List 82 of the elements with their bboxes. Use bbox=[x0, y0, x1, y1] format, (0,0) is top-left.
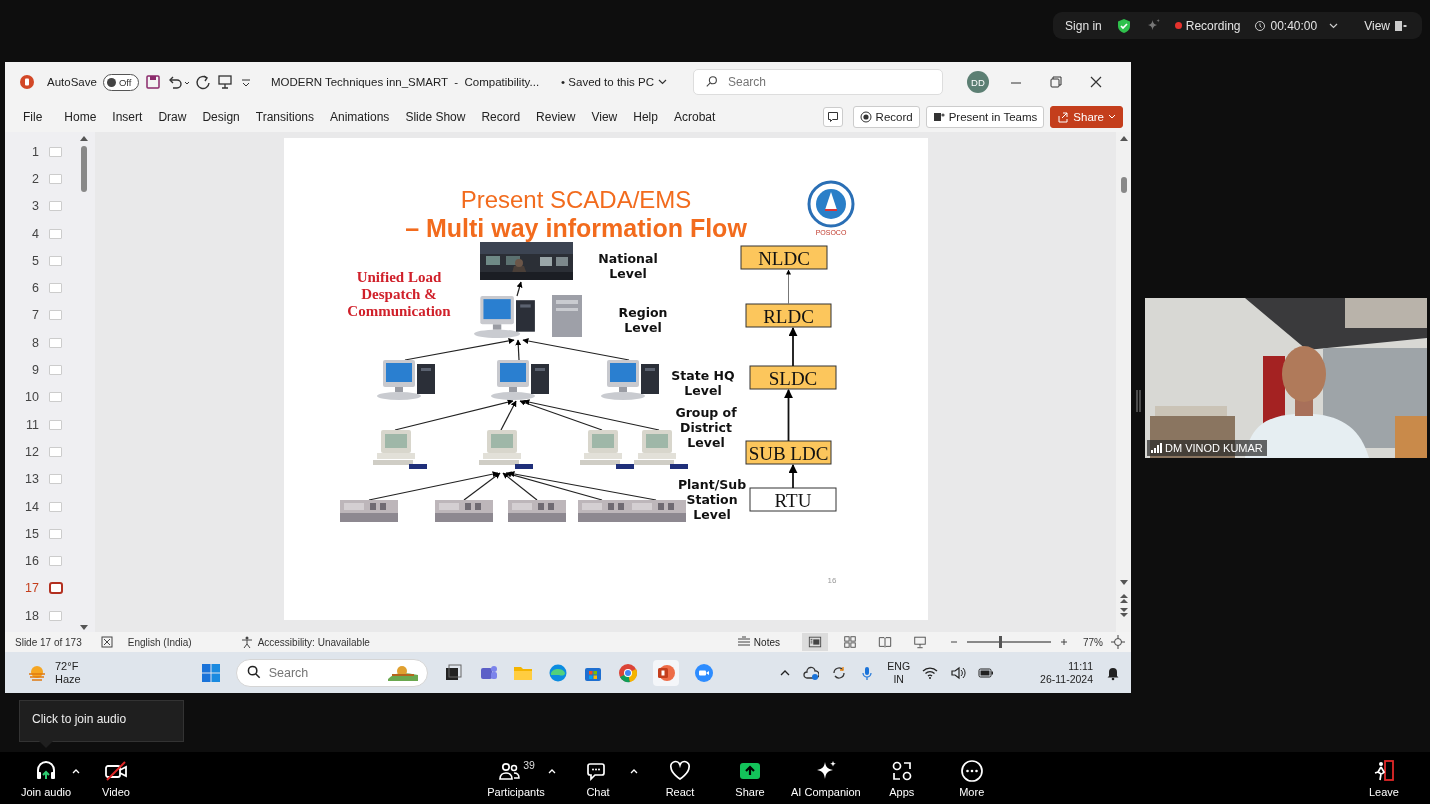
ribbon-tab[interactable]: Animations bbox=[322, 110, 398, 124]
accessibility-status[interactable]: Accessibility: Unavailable bbox=[257, 636, 370, 648]
slide-thumbnail[interactable]: 11 bbox=[5, 410, 77, 439]
slide-title: Present SCADA/EMS – Multi way information Flow bbox=[404, 186, 747, 242]
ribbon-tab[interactable]: File bbox=[15, 110, 51, 124]
ribbon-tab[interactable]: Insert bbox=[104, 110, 151, 124]
ribbon-tab[interactable]: Slide Show bbox=[397, 110, 474, 124]
slide-thumbnail[interactable]: 1 bbox=[5, 138, 77, 166]
participant-count: 39 bbox=[523, 758, 535, 771]
toolbar-button[interactable]: Leave bbox=[1352, 758, 1416, 798]
slide-thumbnail[interactable]: 8 bbox=[5, 329, 77, 357]
level-box: SUB LDC bbox=[745, 440, 831, 465]
slide-thumbnail[interactable]: 14 bbox=[5, 492, 77, 521]
zoom-percent[interactable]: 77% bbox=[1083, 636, 1103, 648]
ribbon-tab[interactable]: Home bbox=[56, 110, 105, 124]
input-language[interactable]: ENG bbox=[887, 659, 911, 673]
unit-label: Unified Load Despatch & Communication bbox=[346, 269, 451, 319]
save-status-dropdown[interactable]: • Saved to this PC bbox=[553, 76, 675, 88]
record-button[interactable]: Record bbox=[852, 106, 920, 128]
search-field[interactable]: Search bbox=[693, 69, 943, 95]
sign-in-link[interactable]: Sign in bbox=[1065, 18, 1102, 33]
toolbar-button[interactable]: Share bbox=[718, 758, 782, 798]
slide-thumbnail[interactable]: 3 bbox=[5, 192, 77, 220]
level-label: National Level bbox=[597, 251, 658, 281]
ribbon-tab[interactable]: Help bbox=[625, 110, 666, 124]
language-status[interactable]: English (India) bbox=[127, 636, 192, 648]
slide-thumbnail[interactable]: 9 bbox=[5, 356, 77, 384]
slide-thumbnail[interactable]: 16 bbox=[5, 547, 77, 575]
ribbon-tab[interactable]: Draw bbox=[150, 110, 195, 124]
ribbon-tab[interactable]: View bbox=[583, 110, 626, 124]
timer-dropdown[interactable]: 00:40:00 bbox=[1254, 18, 1339, 33]
autosave-label: AutoSave bbox=[47, 76, 97, 88]
toolbar-button[interactable]: 39 Participants bbox=[484, 758, 548, 798]
level-label: Region Level bbox=[618, 305, 667, 335]
slide-thumbnail[interactable]: 10 bbox=[5, 383, 77, 411]
document-title: MODERN Techniques inn_SMART - Compatibility... bbox=[270, 76, 540, 88]
ribbon-tab[interactable]: Acrobat bbox=[665, 110, 724, 124]
view-button[interactable]: View bbox=[1364, 18, 1408, 33]
toolbar-button[interactable]: Chat bbox=[566, 758, 630, 798]
keyboard-layout[interactable]: IN bbox=[893, 672, 904, 686]
level-box: SLDC bbox=[749, 365, 836, 390]
slide-thumbnail[interactable]: 4 bbox=[5, 219, 77, 248]
taskbar-search-field[interactable]: Search bbox=[235, 658, 428, 687]
slide-thumbnail[interactable]: 13 bbox=[5, 465, 77, 493]
clock-time[interactable]: 11:11 bbox=[1068, 659, 1093, 673]
page-number: 16 bbox=[827, 576, 836, 585]
toolbar-button[interactable]: Apps bbox=[869, 758, 934, 798]
slide-counter: Slide 17 of 173 bbox=[15, 636, 82, 648]
clock-date[interactable]: 26-11-2024 bbox=[1040, 672, 1093, 686]
ribbon-tab[interactable]: Record bbox=[473, 110, 529, 124]
notes-button[interactable]: Notes bbox=[732, 636, 784, 648]
ribbon-tab[interactable]: Design bbox=[194, 110, 248, 124]
level-label: Plant/Sub Station Level bbox=[677, 477, 746, 522]
level-box: RTU bbox=[749, 487, 836, 512]
temperature: 72°F bbox=[55, 659, 80, 673]
slide-thumbnail[interactable]: 6 bbox=[5, 274, 77, 302]
ribbon-tab[interactable]: Review bbox=[528, 110, 584, 124]
participant-name: DM VINOD KUMAR bbox=[1165, 442, 1263, 454]
toolbar-button[interactable]: React bbox=[648, 758, 712, 798]
slide-thumbnail[interactable]: 18 bbox=[5, 602, 77, 630]
slide-thumbnail[interactable]: 2 bbox=[5, 165, 77, 193]
tooltip: Click to join audio bbox=[19, 700, 184, 742]
toolbar-button[interactable]: Join audio bbox=[14, 758, 78, 798]
recording-label: Recording bbox=[1185, 18, 1241, 33]
slide-thumbnail[interactable]: 17 bbox=[5, 574, 77, 603]
toolbar-button[interactable]: More bbox=[939, 758, 1004, 798]
slide-thumbnail[interactable]: 5 bbox=[5, 247, 77, 275]
level-label: Group of District Level bbox=[674, 405, 737, 450]
level-box: NLDC bbox=[740, 245, 827, 270]
level-label: State HQ Level bbox=[670, 368, 735, 398]
ribbon-tab[interactable]: Transitions bbox=[247, 110, 322, 124]
slide-thumbnail[interactable]: 7 bbox=[5, 301, 77, 330]
toolbar-button[interactable]: AI Companion bbox=[788, 758, 864, 798]
level-box: RLDC bbox=[745, 303, 831, 328]
autosave-toggle[interactable]: Off bbox=[102, 73, 139, 91]
weather-condition: Haze bbox=[55, 672, 81, 686]
share-button[interactable]: Share bbox=[1050, 106, 1123, 128]
slide-thumbnail[interactable]: 12 bbox=[5, 438, 77, 466]
user-avatar[interactable]: DD bbox=[967, 71, 989, 93]
present-button[interactable]: Present in Teams bbox=[925, 106, 1045, 128]
slide-thumbnail[interactable]: 15 bbox=[5, 520, 77, 548]
toolbar-button[interactable]: Video bbox=[84, 758, 148, 798]
